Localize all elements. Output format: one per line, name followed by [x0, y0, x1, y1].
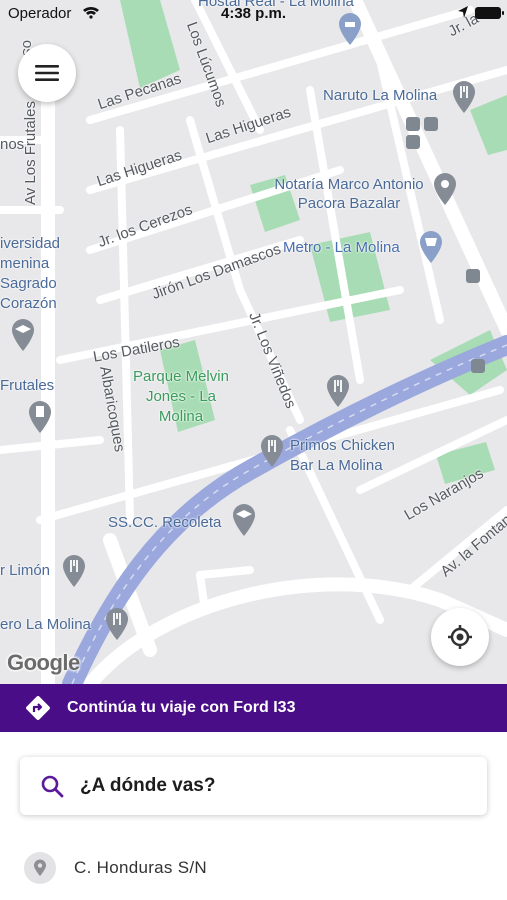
bus-stop-icon[interactable]: [405, 116, 441, 150]
app-screen: Av Los Frutales os F Las Pecanas Los Lúc…: [0, 0, 507, 900]
notary-pin-icon[interactable]: [432, 172, 458, 206]
restaurant-pin-icon-3[interactable]: [259, 434, 285, 468]
hamburger-icon: [35, 65, 59, 81]
shopping-pin-icon[interactable]: [418, 230, 444, 264]
map-label-limon[interactable]: r Limón: [0, 563, 50, 578]
map-label-frutales[interactable]: Frutales: [0, 378, 54, 393]
map-label-universidad[interactable]: iversidad menina Sagrado Corazón: [0, 234, 70, 314]
battery-icon: [475, 7, 504, 19]
restaurant-pin-icon-5[interactable]: [104, 607, 130, 641]
map-label-ero-la-molina[interactable]: ero La Molina: [0, 617, 91, 632]
restaurant-pin-icon-2[interactable]: [325, 374, 351, 408]
map-label-recoleta[interactable]: SS.CC. Recoleta: [108, 515, 221, 530]
school-pin-icon-2[interactable]: [10, 318, 36, 352]
continue-trip-label: Continúa tu viaje con Ford I33: [67, 699, 296, 716]
continue-trip-banner[interactable]: Continúa tu viaje con Ford I33: [0, 684, 507, 732]
directions-icon: [26, 696, 50, 720]
gas-station-pin-icon[interactable]: [27, 400, 53, 434]
my-location-button[interactable]: [431, 608, 489, 666]
location-pin-icon: [34, 859, 46, 876]
map-view[interactable]: Av Los Frutales os F Las Pecanas Los Lúc…: [0, 0, 507, 684]
search-placeholder: ¿A dónde vas?: [80, 775, 216, 796]
status-time: 4:38 p.m.: [220, 5, 287, 22]
bus-stop-icon-2[interactable]: [465, 268, 481, 284]
search-icon: [41, 775, 64, 798]
map-label-notaria[interactable]: Notaría Marco Antonio Pacora Bazalar: [264, 175, 434, 213]
map-label-parque[interactable]: Parque Melvin Jones - La Molina: [126, 367, 236, 427]
map-label-nos: nos: [0, 136, 25, 153]
destination-search-box[interactable]: ¿A dónde vas?: [20, 757, 487, 815]
recent-address-item[interactable]: C. Honduras S/N: [0, 840, 507, 896]
map-label-naruto[interactable]: Naruto La Molina: [323, 88, 437, 103]
restaurant-pin-icon[interactable]: [451, 80, 477, 114]
crosshair-icon: [448, 625, 472, 649]
school-pin-icon[interactable]: [231, 503, 257, 537]
menu-button[interactable]: [18, 44, 76, 102]
restaurant-pin-icon-4[interactable]: [61, 554, 87, 588]
recent-address-label: C. Honduras S/N: [74, 858, 207, 877]
location-pin-badge: [24, 852, 56, 884]
google-logo: Google: [7, 650, 80, 675]
map-label-primos[interactable]: Primos Chicken Bar La Molina: [290, 436, 410, 476]
location-arrow-icon: [458, 6, 468, 18]
status-bar: Operador 4:38 p.m.: [0, 0, 507, 26]
map-label-metro[interactable]: Metro - La Molina: [283, 240, 400, 255]
bus-stop-icon-3[interactable]: [470, 358, 486, 374]
map-label-av-los-frutales: Av Los Frutales: [22, 101, 39, 205]
